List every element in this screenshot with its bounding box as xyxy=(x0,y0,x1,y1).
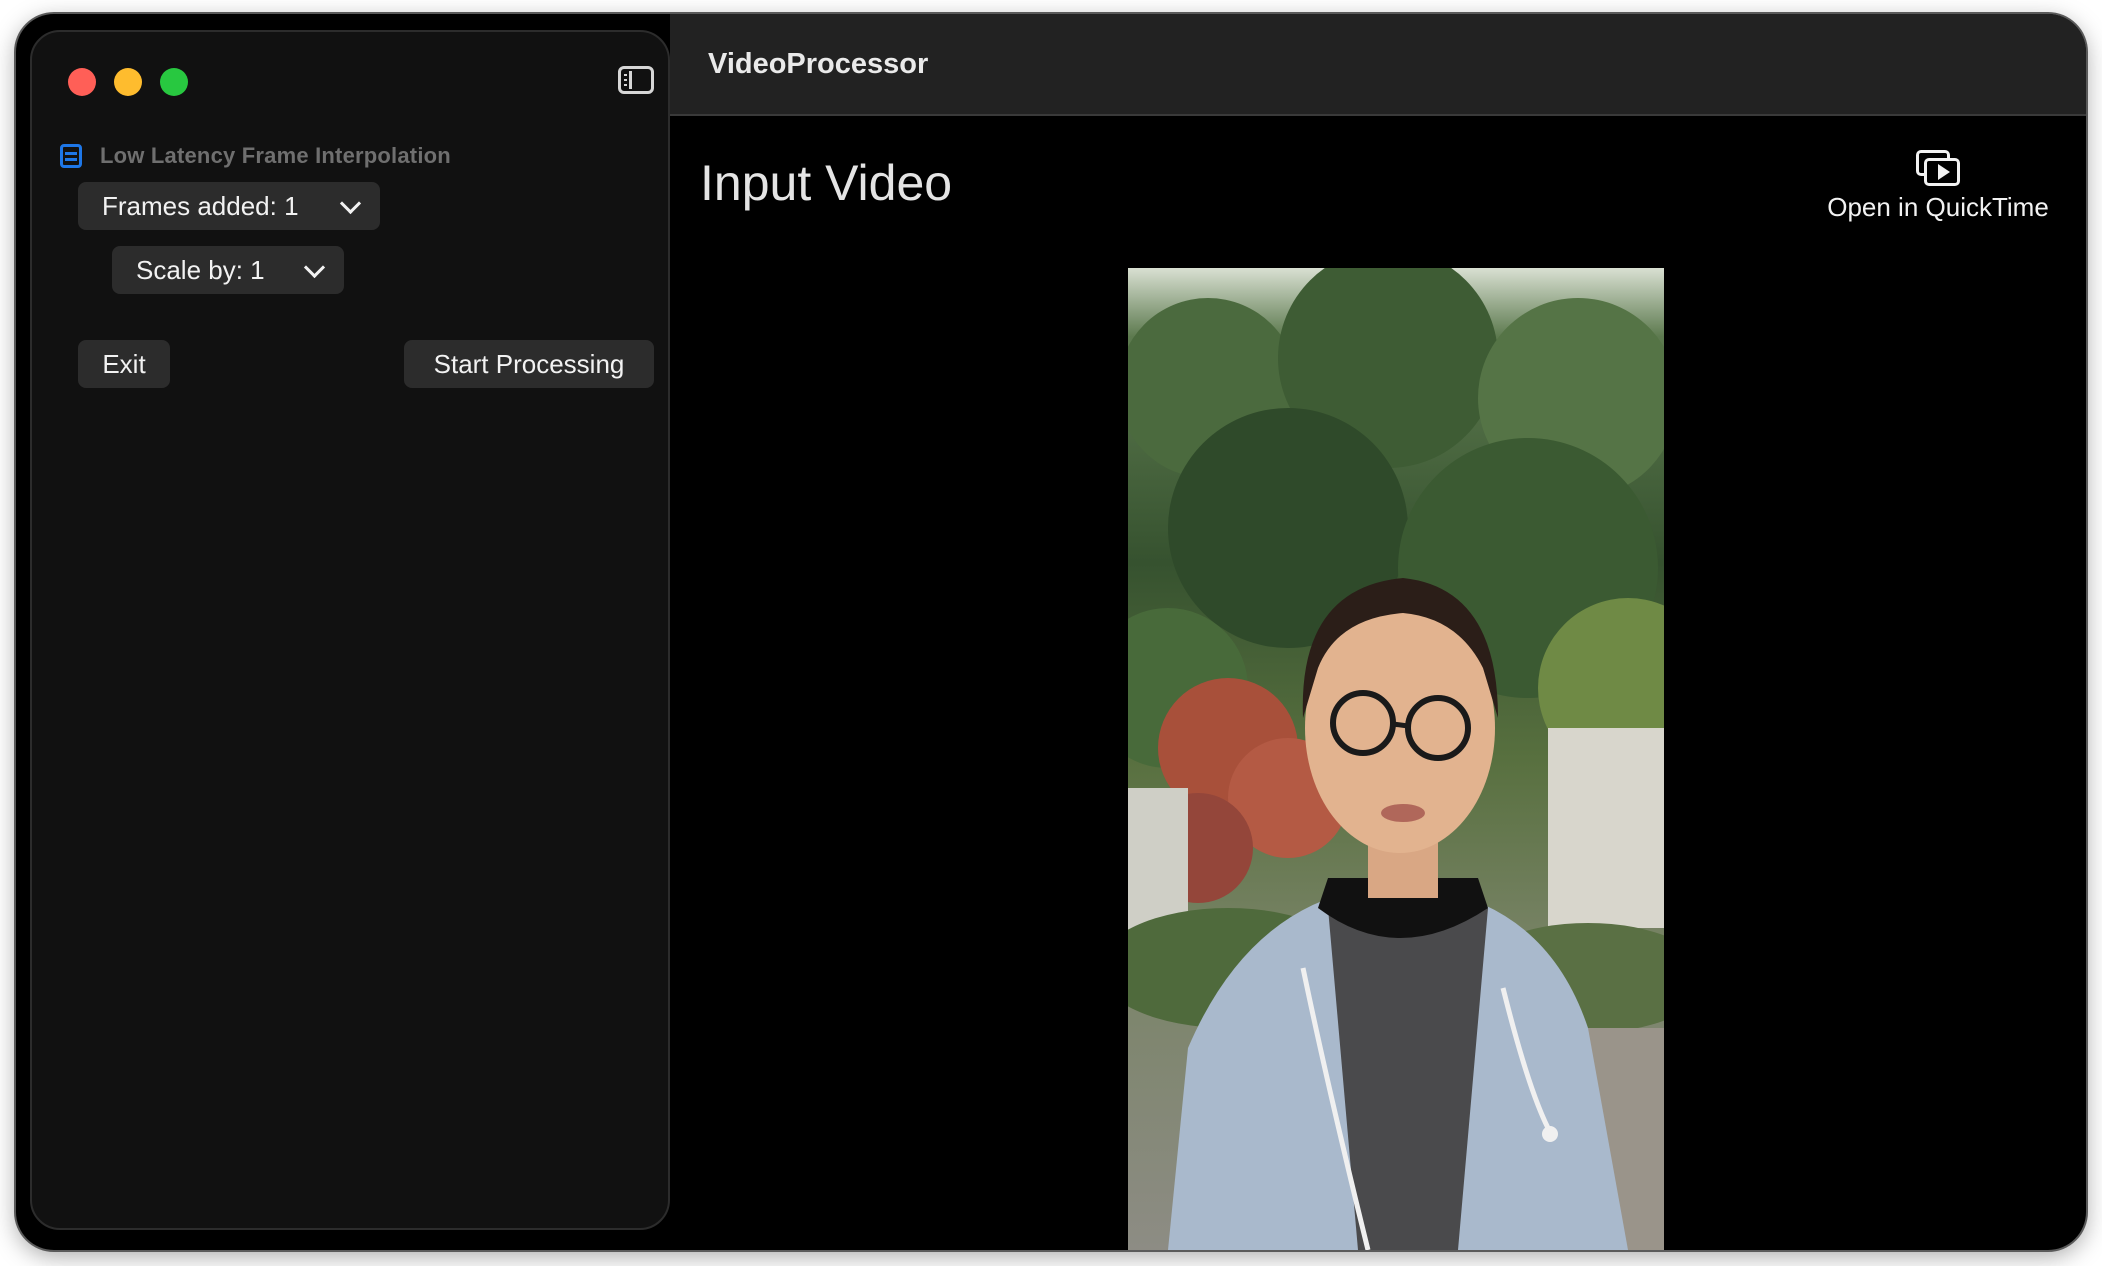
sidebar: Low Latency Frame Interpolation Frames a… xyxy=(30,30,670,1230)
open-in-quicktime-label: Open in QuickTime xyxy=(1827,192,2049,222)
sidebar-toggle-icon[interactable] xyxy=(618,66,654,94)
maximize-window-button[interactable] xyxy=(160,68,188,96)
frames-added-label: Frames added: 1 xyxy=(102,190,299,221)
section-header: Low Latency Frame Interpolation xyxy=(60,138,451,174)
app-window: Low Latency Frame Interpolation Frames a… xyxy=(16,14,2086,1250)
film-icon xyxy=(60,144,82,168)
app-title: VideoProcessor xyxy=(708,48,929,80)
section-title: Low Latency Frame Interpolation xyxy=(100,143,451,168)
scale-by-label: Scale by: 1 xyxy=(136,254,265,285)
open-in-quicktime-button[interactable]: Open in QuickTime xyxy=(1818,150,2058,230)
main-pane: VideoProcessor Input Video Open in Quick… xyxy=(670,14,2086,1250)
exit-button[interactable]: Exit xyxy=(78,340,170,388)
scale-by-dropdown[interactable]: Scale by: 1 xyxy=(112,246,344,294)
video-preview[interactable] xyxy=(1128,268,1664,1250)
close-window-button[interactable] xyxy=(68,68,96,96)
chevron-down-icon xyxy=(339,192,362,215)
title-bar: VideoProcessor xyxy=(670,14,2086,116)
page-title: Input Video xyxy=(700,155,953,211)
quicktime-play-icon xyxy=(1916,150,1960,186)
chevron-down-icon xyxy=(303,256,326,279)
minimize-window-button[interactable] xyxy=(114,68,142,96)
start-processing-button[interactable]: Start Processing xyxy=(404,340,654,388)
frames-added-dropdown[interactable]: Frames added: 1 xyxy=(78,182,380,230)
video-thumbnail-illustration xyxy=(1128,268,1664,1250)
